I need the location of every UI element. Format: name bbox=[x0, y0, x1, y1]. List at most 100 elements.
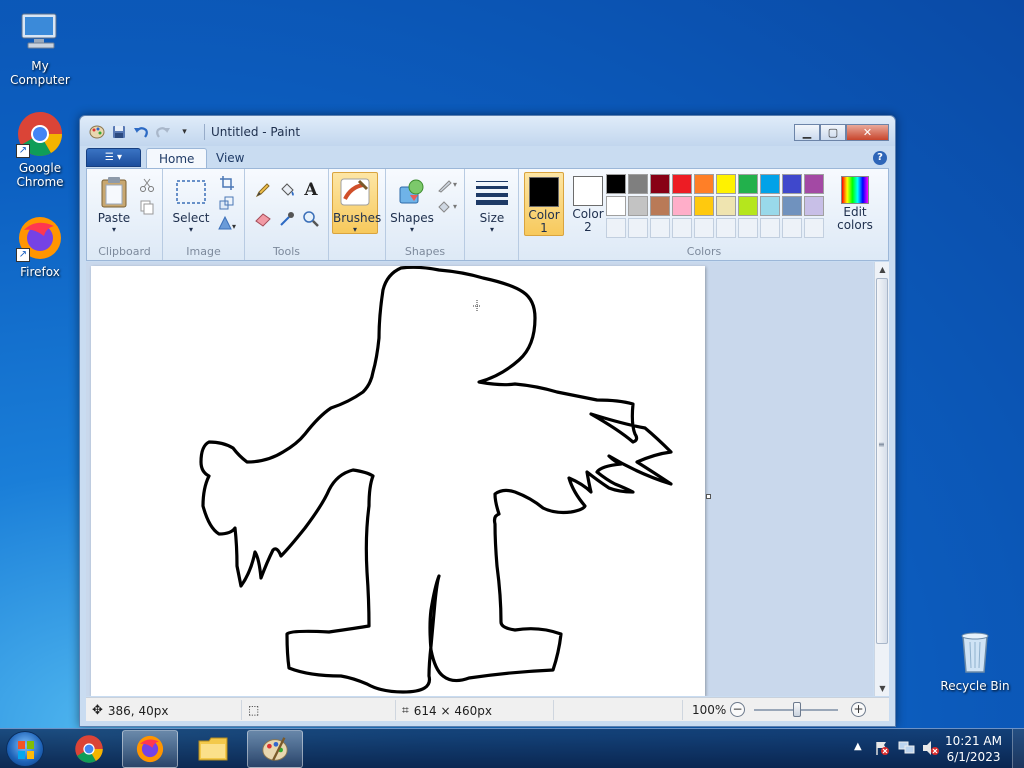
minimize-button[interactable]: ▁ bbox=[794, 124, 820, 141]
copy-icon[interactable] bbox=[137, 197, 157, 217]
canvas-resize-handle[interactable] bbox=[706, 494, 711, 499]
drawing-canvas[interactable] bbox=[91, 265, 705, 696]
undo-icon[interactable] bbox=[132, 123, 149, 140]
palette-empty-slot[interactable] bbox=[606, 218, 626, 238]
save-icon[interactable] bbox=[110, 123, 127, 140]
brushes-button[interactable]: Brushes ▾ bbox=[332, 172, 381, 234]
zoom-out-button[interactable]: − bbox=[730, 702, 745, 717]
palette-swatch[interactable] bbox=[804, 196, 824, 216]
svg-text:▾: ▾ bbox=[453, 180, 457, 189]
text-tool-icon[interactable]: A bbox=[301, 180, 321, 200]
select-icon bbox=[174, 175, 208, 209]
crop-icon[interactable] bbox=[217, 173, 237, 193]
color-picker-icon[interactable] bbox=[277, 209, 297, 229]
scroll-up-icon[interactable]: ▲ bbox=[875, 262, 890, 277]
action-center-icon[interactable] bbox=[874, 740, 890, 759]
redo-icon[interactable] bbox=[154, 123, 171, 140]
move-cursor-icon: ✥ bbox=[92, 703, 103, 718]
computer-icon bbox=[16, 8, 64, 56]
palette-swatch[interactable] bbox=[760, 196, 780, 216]
palette-swatch[interactable] bbox=[804, 174, 824, 194]
palette-empty-slot[interactable] bbox=[694, 218, 714, 238]
size-button[interactable]: Size ▾ bbox=[470, 175, 514, 234]
desktop-icon-label: Recycle Bin bbox=[940, 679, 1010, 693]
palette-swatch[interactable] bbox=[606, 174, 626, 194]
palette-empty-slot[interactable] bbox=[672, 218, 692, 238]
paint-app-icon[interactable] bbox=[88, 123, 105, 140]
window-controls: ▁ ▢ ✕ bbox=[794, 124, 889, 141]
resize-icon[interactable] bbox=[217, 193, 237, 213]
color2-button[interactable]: Color 2 bbox=[568, 172, 608, 236]
volume-muted-icon[interactable] bbox=[922, 740, 940, 759]
shapes-button[interactable]: Shapes ▾ bbox=[390, 175, 434, 234]
magnifier-icon[interactable] bbox=[301, 209, 321, 229]
file-menu-button[interactable]: ☰ ▾ bbox=[86, 148, 141, 167]
help-icon[interactable]: ? bbox=[873, 151, 887, 165]
palette-swatch[interactable] bbox=[628, 196, 648, 216]
palette-swatch[interactable] bbox=[738, 174, 758, 194]
show-hidden-icons[interactable]: ▲ bbox=[854, 741, 862, 752]
cut-icon[interactable] bbox=[137, 175, 157, 195]
select-button[interactable]: Select ▾ bbox=[169, 175, 213, 234]
palette-empty-slot[interactable] bbox=[760, 218, 780, 238]
palette-swatch[interactable] bbox=[694, 196, 714, 216]
group-image: Select ▾ ▾ Image bbox=[163, 169, 245, 260]
title-bar[interactable]: ▾ Untitled - Paint ▁ ▢ ✕ bbox=[80, 116, 895, 146]
taskbar-chrome[interactable] bbox=[61, 730, 117, 768]
palette-swatch[interactable] bbox=[782, 196, 802, 216]
customize-toolbar-icon[interactable]: ▾ bbox=[176, 123, 193, 140]
group-tools: A Tools bbox=[245, 169, 329, 260]
palette-empty-slot[interactable] bbox=[804, 218, 824, 238]
taskbar-firefox[interactable] bbox=[122, 730, 178, 768]
pencil-icon[interactable] bbox=[253, 180, 273, 200]
plus-icon: + bbox=[853, 702, 864, 716]
maximize-button[interactable]: ▢ bbox=[820, 124, 846, 141]
vertical-scrollbar[interactable]: ▲ ≡ ▼ bbox=[874, 262, 889, 696]
palette-swatch[interactable] bbox=[716, 174, 736, 194]
palette-swatch[interactable] bbox=[760, 174, 780, 194]
fill-icon[interactable]: ▾ bbox=[436, 197, 462, 217]
palette-empty-slot[interactable] bbox=[782, 218, 802, 238]
color1-button[interactable]: Color 1 bbox=[524, 172, 564, 236]
outline-icon[interactable]: ▾ bbox=[436, 175, 462, 195]
desktop-icon-recycle-bin[interactable]: Recycle Bin bbox=[935, 628, 1015, 693]
palette-swatch[interactable] bbox=[650, 196, 670, 216]
taskbar-paint[interactable] bbox=[247, 730, 303, 768]
fill-bucket-icon[interactable] bbox=[277, 180, 297, 200]
palette-swatch[interactable] bbox=[628, 174, 648, 194]
tab-view[interactable]: View bbox=[204, 148, 256, 168]
palette-empty-slot[interactable] bbox=[628, 218, 648, 238]
palette-empty-slot[interactable] bbox=[650, 218, 670, 238]
paste-button[interactable]: Paste ▾ bbox=[93, 175, 135, 234]
tab-home[interactable]: Home bbox=[146, 148, 208, 168]
eraser-icon[interactable] bbox=[253, 209, 273, 229]
close-button[interactable]: ✕ bbox=[846, 124, 889, 141]
desktop-icon-my-computer[interactable]: My Computer bbox=[0, 8, 80, 87]
palette-swatch[interactable] bbox=[694, 174, 714, 194]
rotate-icon[interactable]: ▾ bbox=[217, 213, 237, 233]
palette-swatch[interactable] bbox=[738, 196, 758, 216]
zoom-slider-thumb[interactable] bbox=[793, 702, 801, 717]
clock[interactable]: 10:21 AM 6/1/2023 bbox=[945, 733, 1002, 765]
palette-swatch[interactable] bbox=[650, 174, 670, 194]
desktop-icon-google-chrome[interactable]: ↗ Google Chrome bbox=[0, 110, 80, 189]
zoom-in-button[interactable]: + bbox=[851, 702, 866, 717]
palette-swatch[interactable] bbox=[672, 196, 692, 216]
palette-swatch[interactable] bbox=[716, 196, 736, 216]
windows-logo-icon bbox=[18, 741, 34, 759]
palette-swatch[interactable] bbox=[606, 196, 626, 216]
scroll-down-icon[interactable]: ▼ bbox=[875, 681, 890, 696]
palette-empty-slot[interactable] bbox=[716, 218, 736, 238]
edit-colors-button[interactable]: Edit colors bbox=[833, 172, 877, 236]
network-icon[interactable] bbox=[898, 740, 916, 759]
group-shapes: Shapes ▾ ▾ ▾ Shapes bbox=[385, 169, 465, 260]
palette-swatch[interactable] bbox=[782, 174, 802, 194]
palette-swatch[interactable] bbox=[672, 174, 692, 194]
taskbar-file-explorer[interactable] bbox=[185, 730, 241, 768]
show-desktop-button[interactable] bbox=[1012, 729, 1024, 768]
palette-empty-slot[interactable] bbox=[738, 218, 758, 238]
start-button[interactable] bbox=[6, 731, 44, 767]
taskbar: ▲ 10:21 AM 6/1/2023 bbox=[0, 728, 1024, 768]
desktop-icon-firefox[interactable]: ↗ Firefox bbox=[0, 214, 80, 279]
scroll-thumb[interactable] bbox=[876, 278, 888, 644]
